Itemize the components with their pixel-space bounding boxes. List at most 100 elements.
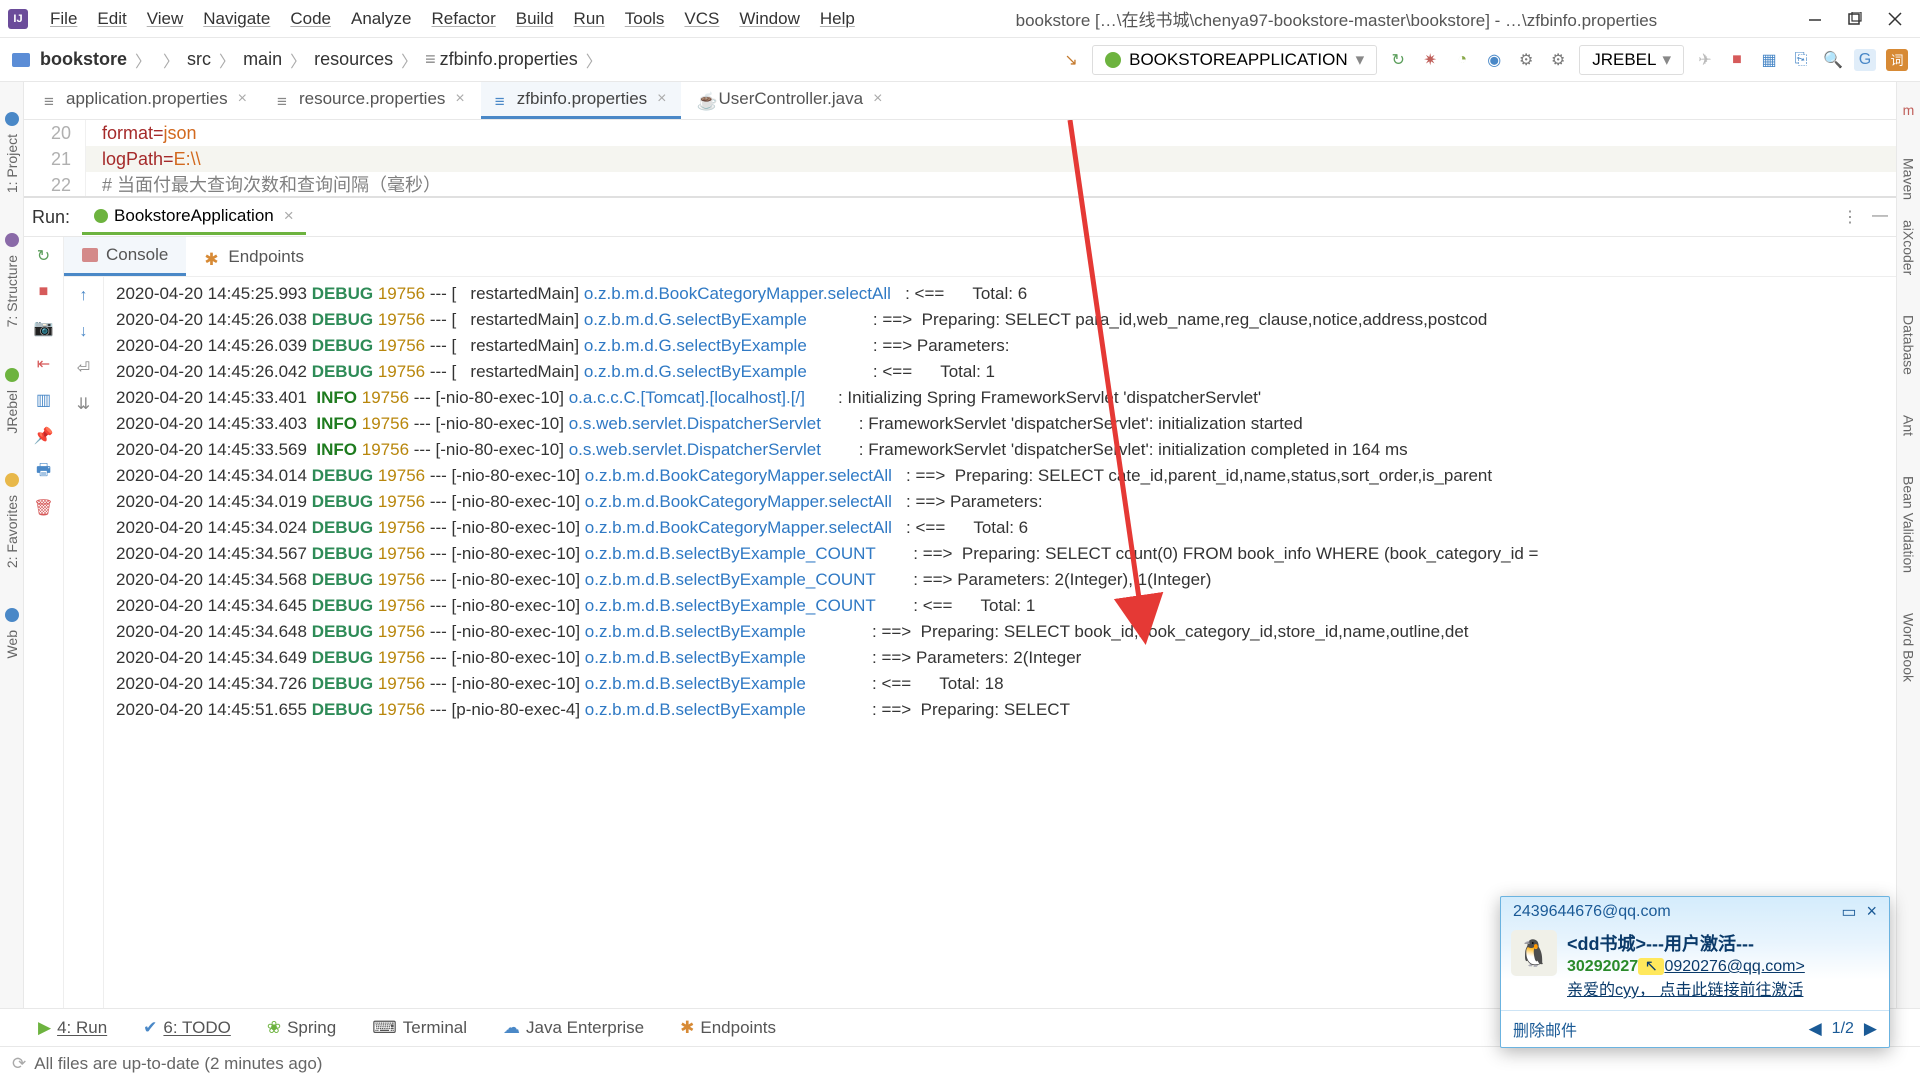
mail-sender-line[interactable]: 30292027 ↖ 0920276@qq.com> (1567, 956, 1879, 976)
jrebel-run-icon[interactable]: ⚙ (1515, 49, 1537, 71)
menu-refactor[interactable]: Refactor (421, 5, 505, 33)
bottom-tab-terminal[interactable]: ⌨Terminal (372, 1018, 467, 1038)
bottom-tab-spring[interactable]: ❀Spring (267, 1018, 336, 1038)
stripe-maven[interactable]: Maven (1901, 158, 1917, 200)
mail-delete-button[interactable]: 删除邮件 (1513, 1017, 1577, 1041)
hammer-icon[interactable]: ↘ (1060, 49, 1082, 71)
tab-resource-properties[interactable]: ≡ resource.properties × (263, 82, 479, 119)
print-icon[interactable]: 🖶 (33, 461, 55, 483)
minimize-icon[interactable]: — (1872, 207, 1888, 227)
run-tab-bookstore[interactable]: BookstoreApplication × (82, 200, 306, 235)
pin-icon[interactable]: 📌 (33, 425, 55, 447)
close-icon[interactable]: × (873, 90, 882, 108)
jrebel-debug-icon[interactable]: ⚙ (1547, 49, 1569, 71)
trash-icon[interactable]: 🗑 (33, 497, 55, 519)
subtab-label: Endpoints (228, 247, 304, 267)
menu-navigate[interactable]: Navigate (193, 5, 280, 33)
log-line: 2020-04-20 14:45:26.042 DEBUG 19756 --- … (116, 359, 1896, 385)
bottom-tab-run[interactable]: ▶4: Run (38, 1018, 107, 1038)
close-button[interactable] (1888, 12, 1902, 26)
camera-icon[interactable]: 📷 (33, 317, 55, 339)
endpoints-icon[interactable]: ⎘ (1790, 49, 1812, 71)
menu-view[interactable]: View (137, 5, 194, 33)
chevron-right-icon: 〉 (159, 48, 183, 72)
mail-next-icon[interactable]: ▶ (1864, 1019, 1877, 1039)
maximize-button[interactable] (1848, 12, 1862, 26)
stripe-database[interactable]: Database (1901, 315, 1917, 375)
minimize-button[interactable] (1808, 12, 1822, 26)
menu-vcs[interactable]: VCS (674, 5, 729, 33)
rerun-icon[interactable]: ↻ (1387, 49, 1409, 71)
down-icon[interactable]: ↓ (73, 321, 95, 343)
close-icon[interactable]: × (455, 90, 464, 108)
menu-analyze[interactable]: Analyze (341, 5, 421, 33)
subtab-endpoints[interactable]: ✱ Endpoints (186, 237, 322, 276)
menu-window[interactable]: Window (729, 5, 809, 33)
menu-code[interactable]: Code (280, 5, 341, 33)
bottom-tab-endpoints[interactable]: ✱Endpoints (680, 1018, 776, 1038)
exit-icon[interactable]: ⇤ (33, 353, 55, 375)
profile-icon[interactable]: ◉ (1483, 49, 1505, 71)
grid-icon[interactable]: ▦ (1758, 49, 1780, 71)
mail-prev-icon[interactable]: ◀ (1809, 1019, 1822, 1039)
menu-file[interactable]: File (40, 5, 87, 33)
stripe-jrebel[interactable]: JRebel (4, 390, 20, 434)
stripe-ant[interactable]: Ant (1901, 415, 1917, 436)
search-icon[interactable]: 🔍 (1822, 49, 1844, 71)
menu-edit[interactable]: Edit (87, 5, 136, 33)
bottom-tab-jee[interactable]: ☁Java Enterprise (503, 1018, 644, 1038)
debug-icon[interactable]: ✷ (1419, 49, 1441, 71)
menu-tools[interactable]: Tools (615, 5, 675, 33)
stripe-word[interactable]: Word Book (1901, 613, 1917, 682)
tab-usercontroller[interactable]: ☕ UserController.java × (683, 82, 897, 119)
tab-zfbinfo-properties[interactable]: ≡ zfbinfo.properties × (481, 82, 681, 119)
stripe-bean[interactable]: Bean Validation (1901, 476, 1917, 573)
status-text: All files are up-to-date (2 minutes ago) (34, 1054, 322, 1074)
subtab-label: Console (106, 245, 168, 265)
menu-help[interactable]: Help (810, 5, 865, 33)
translate-icon[interactable]: G (1854, 49, 1876, 71)
wrap-icon[interactable]: ⏎ (73, 357, 95, 379)
close-icon[interactable]: × (284, 206, 294, 226)
bc-bookstore[interactable]: bookstore (40, 49, 127, 70)
subtab-console[interactable]: Console (64, 237, 186, 276)
bc-file[interactable]: zfbinfo.properties (440, 49, 578, 70)
stop-icon[interactable]: ■ (33, 281, 55, 303)
word-icon[interactable]: 词 (1886, 49, 1908, 71)
mail-title[interactable]: <dd书城>---用户激活--- (1567, 930, 1879, 956)
code-editor[interactable]: 20format=json 21logPath=E:\\ 22# 当面付最大查询… (24, 120, 1896, 197)
stripe-structure[interactable]: 7: Structure (4, 255, 20, 327)
layout-icon[interactable]: ▥ (33, 389, 55, 411)
bc-main[interactable]: main (243, 49, 282, 70)
mail-close-icon[interactable]: × (1862, 901, 1881, 922)
endpoints-icon: ✱ (204, 250, 220, 264)
stop-icon[interactable]: ■ (1726, 49, 1748, 71)
up-icon[interactable]: ↑ (73, 285, 95, 307)
menu-run[interactable]: Run (564, 5, 615, 33)
coverage-icon[interactable]: ◔ (1451, 49, 1473, 71)
gutter: 20 (24, 120, 86, 146)
close-icon[interactable]: × (657, 90, 666, 108)
status-bar: ⟳ All files are up-to-date (2 minutes ag… (0, 1046, 1920, 1080)
bottom-tab-todo[interactable]: ✔6: TODO (143, 1018, 231, 1038)
scroll-icon[interactable]: ⇊ (73, 393, 95, 415)
bc-resources[interactable]: resources (314, 49, 393, 70)
rerun-icon[interactable]: ↻ (33, 245, 55, 267)
log-line: 2020-04-20 14:45:26.038 DEBUG 19756 --- … (116, 307, 1896, 333)
mail-body-link[interactable]: 亲爱的cyy， 点击此链接前往激活 (1567, 976, 1879, 1000)
stripe-project[interactable]: 1: Project (4, 134, 20, 193)
run-config-selector[interactable]: BOOKSTOREAPPLICATION ▾ (1092, 45, 1377, 75)
more-icon[interactable]: ⋮ (1842, 207, 1858, 227)
web-icon (5, 608, 19, 622)
stripe-favorites[interactable]: 2: Favorites (4, 495, 20, 568)
paperplane-icon[interactable]: ✈ (1694, 49, 1716, 71)
run-left-toolbar: ↻ ■ 📷 ⇤ ▥ 📌 🖶 🗑 (24, 237, 64, 1042)
menu-build[interactable]: Build (506, 5, 564, 33)
bc-src[interactable]: src (187, 49, 211, 70)
jrebel-selector[interactable]: JREBEL ▾ (1579, 45, 1684, 75)
stripe-aix[interactable]: aiXcoder (1901, 220, 1917, 275)
stripe-web[interactable]: Web (4, 630, 20, 659)
mail-window-icon[interactable]: ▭ (1841, 902, 1856, 922)
tab-application-properties[interactable]: ≡ application.properties × (30, 82, 261, 119)
close-icon[interactable]: × (238, 90, 247, 108)
